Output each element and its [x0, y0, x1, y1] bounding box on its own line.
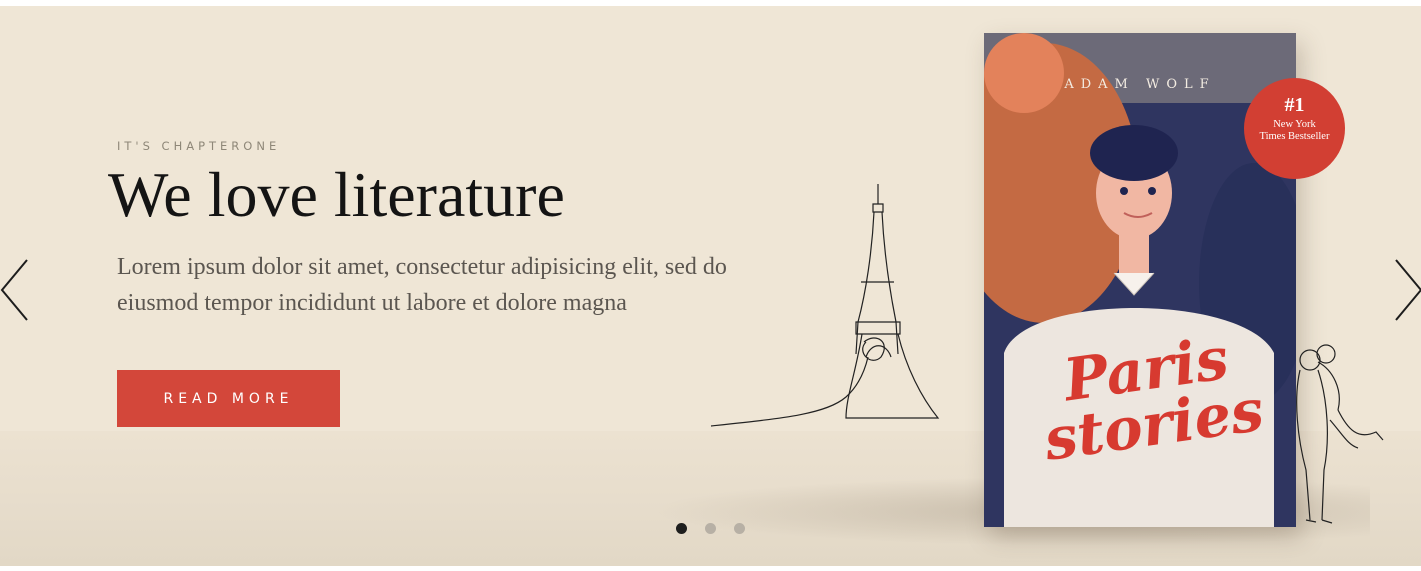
- badge-number: #1: [1284, 94, 1305, 116]
- page-title: We love literature: [108, 159, 565, 230]
- badge-text: New York Times Bestseller: [1259, 119, 1330, 142]
- slide-dot-3[interactable]: [734, 523, 745, 534]
- read-more-button[interactable]: READ MORE: [117, 370, 340, 427]
- hero-description: Lorem ipsum dolor sit amet, consectetur …: [117, 254, 727, 316]
- eiffel-tower-illustration: [710, 184, 940, 427]
- chevron-right-icon: [1395, 259, 1421, 321]
- previous-slide-button[interactable]: [0, 258, 30, 322]
- couple-illustration: [1296, 344, 1384, 524]
- slide-dot-1[interactable]: [676, 523, 687, 534]
- slide-dot-2[interactable]: [705, 523, 716, 534]
- book-author: ADAM WOLF: [1064, 77, 1216, 92]
- next-slide-button[interactable]: [1393, 258, 1421, 322]
- bestseller-badge: #1 New York Times Bestseller: [1244, 78, 1345, 179]
- chevron-left-icon: [0, 259, 28, 321]
- hero-slider: IT'S CHAPTERONE We love literature Lorem…: [0, 6, 1421, 566]
- eyebrow-text: IT'S CHAPTERONE: [117, 139, 281, 153]
- slider-pagination: [676, 523, 745, 534]
